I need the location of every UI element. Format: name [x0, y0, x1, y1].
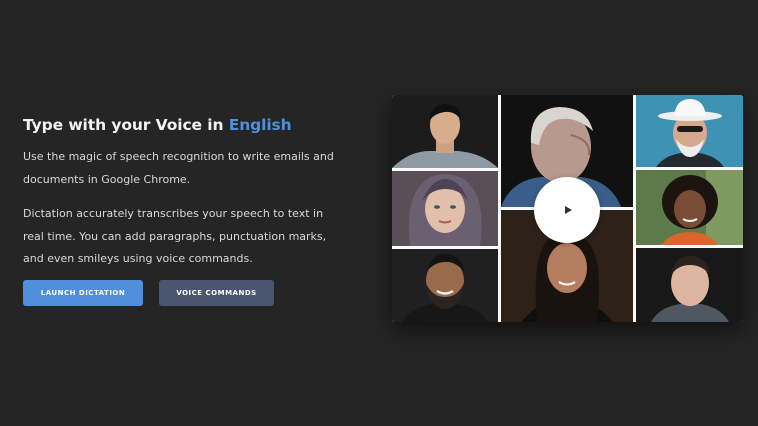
man-white-hat-portrait [636, 95, 743, 167]
play-button[interactable] [534, 177, 600, 243]
woman-curly-hair-portrait [636, 170, 743, 245]
intro-paragraph: Use the magic of speech recognition to w… [23, 150, 334, 186]
young-man-portrait [392, 95, 498, 168]
bearded-man-smiling-portrait [392, 249, 498, 322]
description-paragraph: Dictation accurately transcribes your sp… [23, 207, 327, 265]
woman-headscarf-portrait [392, 171, 498, 246]
launch-dictation-button[interactable]: LAUNCH DICTATION [23, 280, 143, 306]
language-highlight[interactable]: English [229, 116, 292, 134]
title-text: Type with your Voice in [23, 116, 224, 134]
page-title: Type with your Voice in English [23, 113, 343, 137]
man-short-hair-portrait [636, 248, 743, 322]
action-buttons: LAUNCH DICTATION VOICE COMMANDS [23, 280, 274, 306]
voice-commands-button[interactable]: VOICE COMMANDS [159, 280, 274, 306]
play-icon [565, 206, 572, 214]
hero-section: Type with your Voice in English Use the … [23, 113, 343, 271]
